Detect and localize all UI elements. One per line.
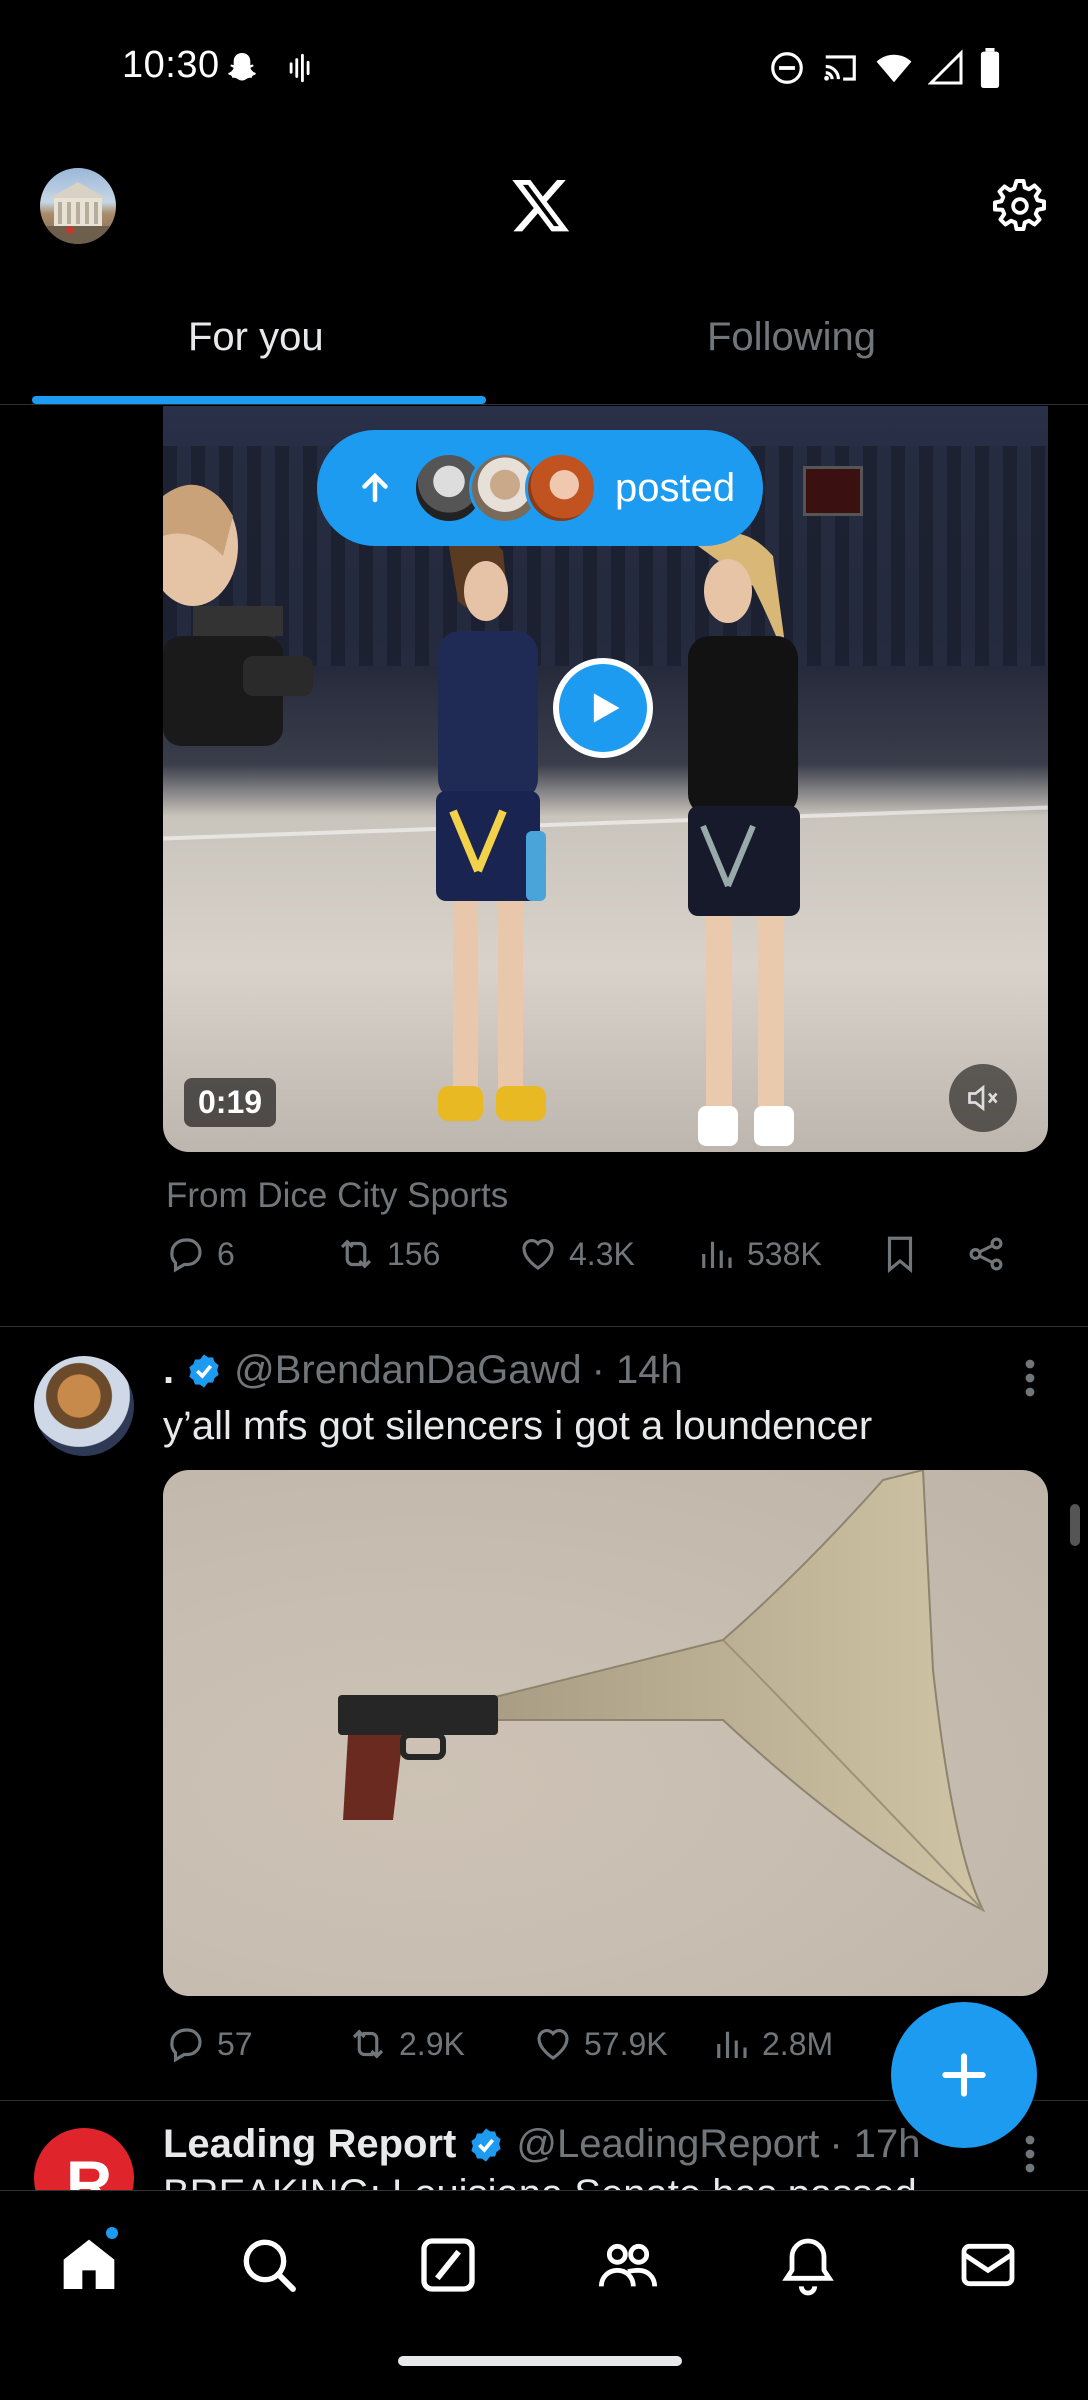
dnd-icon	[771, 52, 803, 84]
author-avatar[interactable]: R	[34, 2128, 134, 2190]
cast-icon	[824, 55, 856, 81]
repost-button[interactable]: 156	[335, 1233, 517, 1275]
heart-icon	[537, 2029, 569, 2060]
bottom-navigation	[0, 2190, 1088, 2336]
home-icon[interactable]	[57, 2233, 121, 2297]
post-text: y’all mfs got silencers i got a loundenc…	[163, 1404, 873, 1448]
post2-header: . @BrendanDaGawd · 14h	[163, 1348, 683, 1393]
author-name[interactable]: Leading Report	[163, 2122, 456, 2167]
author-handle[interactable]: @LeadingReport	[516, 2122, 819, 2167]
active-tab-indicator	[32, 396, 486, 404]
video-frame-cameraman	[163, 484, 313, 746]
repost-count: 156	[387, 1235, 441, 1272]
reply-button[interactable]: 6	[165, 1233, 335, 1275]
heart-icon	[522, 1239, 554, 1270]
like-count: 4.3K	[569, 1235, 635, 1272]
like-button[interactable]: 57.9K	[532, 2023, 710, 2065]
post-time: · 14h	[591, 1348, 683, 1392]
views-count: 538K	[747, 1235, 822, 1272]
signal-icon	[928, 49, 963, 85]
post-divider	[0, 1326, 1088, 1327]
views-button[interactable]: 538K	[695, 1233, 879, 1275]
plus-icon	[942, 2053, 986, 2097]
more-options-icon[interactable]	[1024, 1358, 1036, 1398]
battery-icon	[980, 48, 1000, 88]
verified-badge-icon	[189, 1353, 219, 1388]
reply-count: 57	[217, 2025, 253, 2062]
mute-button[interactable]	[949, 1064, 1017, 1132]
reply-count: 6	[217, 1235, 235, 1272]
voice-icon	[289, 53, 310, 83]
reply-icon	[170, 2028, 202, 2063]
repost-count: 2.9K	[399, 2025, 465, 2062]
author-name[interactable]: .	[163, 1348, 174, 1393]
communities-icon[interactable]	[596, 2233, 660, 2297]
poster-avatar-3	[525, 452, 597, 524]
author-avatar[interactable]	[34, 1356, 134, 1456]
verified-badge-icon	[471, 2127, 502, 2162]
muted-speaker-icon	[968, 1084, 998, 1112]
gear-icon[interactable]	[990, 176, 1050, 236]
feed-tabs: For you Following	[0, 295, 1088, 405]
arrow-up-icon	[362, 472, 388, 503]
like-count: 57.9K	[584, 2025, 668, 2062]
video-frame-scoreboard	[803, 466, 863, 516]
repost-icon	[340, 1239, 372, 1269]
bookmark-icon	[887, 1236, 913, 1274]
post3-header: Leading Report @LeadingReport · 17h	[163, 2122, 921, 2167]
video-frame-player-left	[436, 533, 546, 1121]
post-time: · 17h	[829, 2122, 921, 2166]
status-bar: 10:30	[0, 0, 1088, 135]
profile-avatar[interactable]	[40, 168, 116, 244]
compose-post-button[interactable]	[891, 2002, 1037, 2148]
share-button[interactable]	[965, 1233, 1007, 1275]
author-handle[interactable]: @BrendanDaGawd	[234, 1348, 581, 1393]
repost-button[interactable]: 2.9K	[347, 2023, 532, 2065]
tab-following[interactable]: Following	[707, 315, 876, 360]
post-image[interactable]	[163, 1470, 1048, 1996]
views-button[interactable]: 2.8M	[710, 2023, 894, 2065]
play-icon	[593, 693, 620, 723]
reply-button[interactable]: 57	[165, 2023, 347, 2065]
share-icon	[969, 1237, 1003, 1271]
gesture-home-indicator[interactable]	[398, 2356, 682, 2366]
post1-actions: 6 156 4.3K 538K	[165, 1224, 1035, 1284]
bookmark-button[interactable]	[879, 1233, 965, 1275]
top-app-bar	[0, 150, 1088, 260]
home-notification-dot	[104, 2225, 120, 2241]
video-source-line[interactable]: From Dice City Sports	[166, 1176, 508, 1216]
timeline-feed[interactable]: 0:19 posted From Dice City Sports 6 156 …	[0, 406, 1088, 2190]
wifi-icon	[876, 54, 912, 83]
svg-text:R: R	[66, 2148, 112, 2190]
snapchat-icon	[228, 53, 256, 81]
more-options-icon[interactable]	[1024, 2134, 1036, 2174]
views-chart-icon	[702, 1241, 732, 1268]
video-frame-player-right	[688, 533, 800, 1146]
reply-icon	[170, 1238, 202, 1273]
grok-icon[interactable]	[416, 2233, 480, 2297]
messages-icon[interactable]	[956, 2233, 1020, 2297]
status-time: 10:30	[122, 44, 220, 86]
like-button[interactable]: 4.3K	[517, 1233, 695, 1275]
scrollbar-thumb[interactable]	[1070, 1504, 1080, 1546]
notifications-icon[interactable]	[776, 2233, 840, 2297]
new-posts-pill[interactable]: posted	[317, 430, 763, 546]
posted-label: posted	[615, 465, 736, 510]
x-logo-icon[interactable]	[510, 174, 572, 236]
video-duration: 0:19	[184, 1078, 277, 1127]
play-button[interactable]	[553, 658, 653, 758]
post-text: BREAKING: Louisiana Senate has passed	[163, 2172, 917, 2190]
repost-icon	[352, 2029, 384, 2059]
views-count: 2.8M	[762, 2025, 834, 2062]
search-icon[interactable]	[237, 2233, 301, 2297]
tab-for-you[interactable]: For you	[188, 315, 324, 360]
views-chart-icon	[717, 2031, 747, 2058]
